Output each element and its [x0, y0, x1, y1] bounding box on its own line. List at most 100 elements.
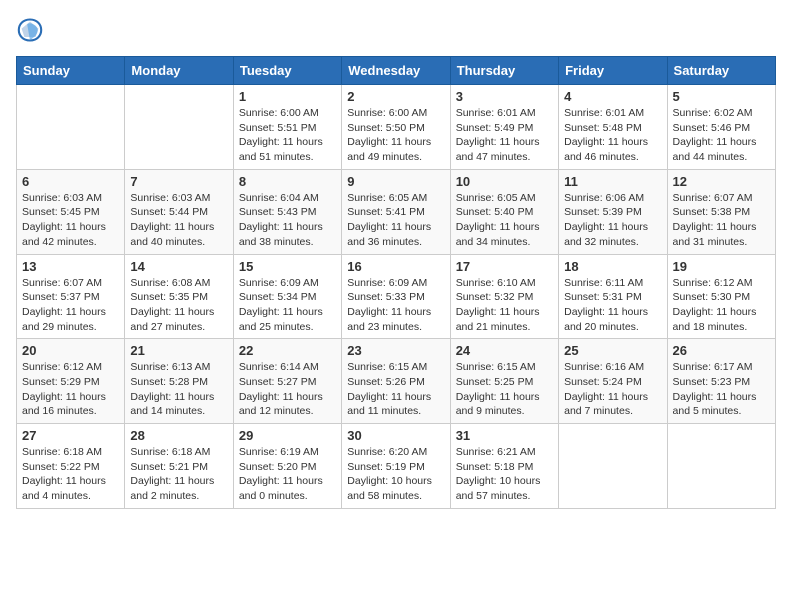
day-detail: Sunrise: 6:11 AM Sunset: 5:31 PM Dayligh… [564, 276, 661, 335]
calendar-cell [17, 85, 125, 170]
calendar-cell: 13 Sunrise: 6:07 AM Sunset: 5:37 PM Dayli… [17, 254, 125, 339]
calendar-cell [125, 85, 233, 170]
day-number: 4 [564, 89, 661, 104]
calendar-table: SundayMondayTuesdayWednesdayThursdayFrid… [16, 56, 776, 509]
day-number: 8 [239, 174, 336, 189]
calendar-cell: 12 Sunrise: 6:07 AM Sunset: 5:38 PM Dayli… [667, 169, 775, 254]
calendar-cell: 7Sunrise: 6:03 AM Sunset: 5:44 PM Daylig… [125, 169, 233, 254]
calendar-week-row: 6 Sunrise: 6:03 AM Sunset: 5:45 PM Daylig… [17, 169, 776, 254]
calendar-cell: 2Sunrise: 6:00 AM Sunset: 5:50 PM Daylig… [342, 85, 450, 170]
day-detail: Sunrise: 6:15 AM Sunset: 5:25 PM Dayligh… [456, 360, 553, 419]
calendar-cell: 26Sunrise: 6:17 AM Sunset: 5:23 PM Dayli… [667, 339, 775, 424]
calendar-cell: 3 Sunrise: 6:01 AM Sunset: 5:49 PM Daylig… [450, 85, 558, 170]
calendar-header-row: SundayMondayTuesdayWednesdayThursdayFrid… [17, 57, 776, 85]
day-number: 15 [239, 259, 336, 274]
day-detail: Sunrise: 6:14 AM Sunset: 5:27 PM Dayligh… [239, 360, 336, 419]
calendar-cell: 16 Sunrise: 6:09 AM Sunset: 5:33 PM Dayli… [342, 254, 450, 339]
calendar-cell [667, 424, 775, 509]
day-detail: Sunrise: 6:02 AM Sunset: 5:46 PM Dayligh… [673, 106, 770, 165]
calendar-week-row: 27 Sunrise: 6:18 AM Sunset: 5:22 PM Dayli… [17, 424, 776, 509]
day-detail: Sunrise: 6:03 AM Sunset: 5:45 PM Dayligh… [22, 191, 119, 250]
day-number: 19 [673, 259, 770, 274]
day-number: 1 [239, 89, 336, 104]
day-number: 31 [456, 428, 553, 443]
day-number: 27 [22, 428, 119, 443]
day-detail: Sunrise: 6:17 AM Sunset: 5:23 PM Dayligh… [673, 360, 770, 419]
day-detail: Sunrise: 6:10 AM Sunset: 5:32 PM Dayligh… [456, 276, 553, 335]
day-number: 22 [239, 343, 336, 358]
day-detail: Sunrise: 6:00 AM Sunset: 5:51 PM Dayligh… [239, 106, 336, 165]
day-number: 14 [130, 259, 227, 274]
day-number: 21 [130, 343, 227, 358]
calendar-cell: 14 Sunrise: 6:08 AM Sunset: 5:35 PM Dayli… [125, 254, 233, 339]
calendar-cell: 1 Sunrise: 6:00 AM Sunset: 5:51 PM Daylig… [233, 85, 341, 170]
weekday-header: Thursday [450, 57, 558, 85]
calendar-cell: 24 Sunrise: 6:15 AM Sunset: 5:25 PM Dayli… [450, 339, 558, 424]
day-detail: Sunrise: 6:04 AM Sunset: 5:43 PM Dayligh… [239, 191, 336, 250]
logo-icon [16, 16, 44, 44]
day-number: 6 [22, 174, 119, 189]
day-number: 16 [347, 259, 444, 274]
calendar-cell: 17 Sunrise: 6:10 AM Sunset: 5:32 PM Dayli… [450, 254, 558, 339]
day-detail: Sunrise: 6:09 AM Sunset: 5:34 PM Dayligh… [239, 276, 336, 335]
day-detail: Sunrise: 6:06 AM Sunset: 5:39 PM Dayligh… [564, 191, 661, 250]
logo [16, 16, 48, 44]
calendar-week-row: 20 Sunrise: 6:12 AM Sunset: 5:29 PM Dayli… [17, 339, 776, 424]
page-header [16, 16, 776, 44]
day-detail: Sunrise: 6:15 AM Sunset: 5:26 PM Dayligh… [347, 360, 444, 419]
calendar-cell: 19 Sunrise: 6:12 AM Sunset: 5:30 PM Dayli… [667, 254, 775, 339]
weekday-header: Tuesday [233, 57, 341, 85]
day-number: 12 [673, 174, 770, 189]
calendar-week-row: 1 Sunrise: 6:00 AM Sunset: 5:51 PM Daylig… [17, 85, 776, 170]
calendar-cell: 15 Sunrise: 6:09 AM Sunset: 5:34 PM Dayli… [233, 254, 341, 339]
weekday-header: Wednesday [342, 57, 450, 85]
day-number: 11 [564, 174, 661, 189]
calendar-cell: 18 Sunrise: 6:11 AM Sunset: 5:31 PM Dayli… [559, 254, 667, 339]
day-detail: Sunrise: 6:16 AM Sunset: 5:24 PM Dayligh… [564, 360, 661, 419]
day-detail: Sunrise: 6:12 AM Sunset: 5:30 PM Dayligh… [673, 276, 770, 335]
calendar-cell: 8 Sunrise: 6:04 AM Sunset: 5:43 PM Daylig… [233, 169, 341, 254]
day-number: 29 [239, 428, 336, 443]
calendar-cell: 29 Sunrise: 6:19 AM Sunset: 5:20 PM Dayli… [233, 424, 341, 509]
calendar-week-row: 13 Sunrise: 6:07 AM Sunset: 5:37 PM Dayli… [17, 254, 776, 339]
day-detail: Sunrise: 6:08 AM Sunset: 5:35 PM Dayligh… [130, 276, 227, 335]
day-detail: Sunrise: 6:05 AM Sunset: 5:40 PM Dayligh… [456, 191, 553, 250]
calendar-cell: 9Sunrise: 6:05 AM Sunset: 5:41 PM Daylig… [342, 169, 450, 254]
day-detail: Sunrise: 6:12 AM Sunset: 5:29 PM Dayligh… [22, 360, 119, 419]
calendar-cell: 11 Sunrise: 6:06 AM Sunset: 5:39 PM Dayli… [559, 169, 667, 254]
day-number: 17 [456, 259, 553, 274]
calendar-cell: 23 Sunrise: 6:15 AM Sunset: 5:26 PM Dayli… [342, 339, 450, 424]
day-number: 24 [456, 343, 553, 358]
calendar-cell: 25 Sunrise: 6:16 AM Sunset: 5:24 PM Dayli… [559, 339, 667, 424]
day-detail: Sunrise: 6:18 AM Sunset: 5:22 PM Dayligh… [22, 445, 119, 504]
day-number: 5 [673, 89, 770, 104]
day-number: 7 [130, 174, 227, 189]
day-detail: Sunrise: 6:07 AM Sunset: 5:38 PM Dayligh… [673, 191, 770, 250]
day-number: 23 [347, 343, 444, 358]
day-number: 3 [456, 89, 553, 104]
calendar-cell: 4Sunrise: 6:01 AM Sunset: 5:48 PM Daylig… [559, 85, 667, 170]
calendar-cell: 30Sunrise: 6:20 AM Sunset: 5:19 PM Dayli… [342, 424, 450, 509]
day-number: 28 [130, 428, 227, 443]
day-detail: Sunrise: 6:13 AM Sunset: 5:28 PM Dayligh… [130, 360, 227, 419]
day-number: 13 [22, 259, 119, 274]
day-number: 20 [22, 343, 119, 358]
calendar-cell: 31 Sunrise: 6:21 AM Sunset: 5:18 PM Dayli… [450, 424, 558, 509]
day-number: 25 [564, 343, 661, 358]
calendar-cell [559, 424, 667, 509]
day-detail: Sunrise: 6:09 AM Sunset: 5:33 PM Dayligh… [347, 276, 444, 335]
day-detail: Sunrise: 6:05 AM Sunset: 5:41 PM Dayligh… [347, 191, 444, 250]
day-detail: Sunrise: 6:01 AM Sunset: 5:49 PM Dayligh… [456, 106, 553, 165]
day-detail: Sunrise: 6:07 AM Sunset: 5:37 PM Dayligh… [22, 276, 119, 335]
calendar-body: 1 Sunrise: 6:00 AM Sunset: 5:51 PM Daylig… [17, 85, 776, 509]
day-detail: Sunrise: 6:00 AM Sunset: 5:50 PM Dayligh… [347, 106, 444, 165]
day-detail: Sunrise: 6:20 AM Sunset: 5:19 PM Dayligh… [347, 445, 444, 504]
day-number: 18 [564, 259, 661, 274]
calendar-cell: 28 Sunrise: 6:18 AM Sunset: 5:21 PM Dayli… [125, 424, 233, 509]
day-detail: Sunrise: 6:18 AM Sunset: 5:21 PM Dayligh… [130, 445, 227, 504]
day-detail: Sunrise: 6:19 AM Sunset: 5:20 PM Dayligh… [239, 445, 336, 504]
calendar-cell: 20 Sunrise: 6:12 AM Sunset: 5:29 PM Dayli… [17, 339, 125, 424]
weekday-header: Saturday [667, 57, 775, 85]
day-number: 10 [456, 174, 553, 189]
day-detail: Sunrise: 6:21 AM Sunset: 5:18 PM Dayligh… [456, 445, 553, 504]
